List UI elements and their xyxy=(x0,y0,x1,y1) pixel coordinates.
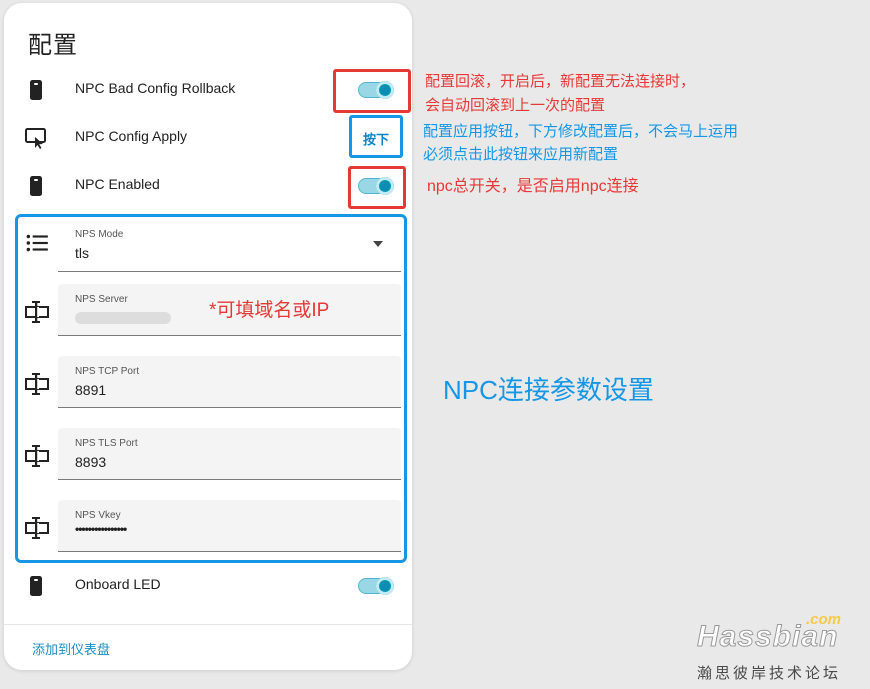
params-highlight-box xyxy=(15,214,407,563)
watermark-brand: Hassbian xyxy=(696,620,839,654)
enabled-note: npc总开关，是否启用npc连接 xyxy=(427,178,639,195)
card-divider xyxy=(4,624,412,625)
device-icon xyxy=(30,80,42,100)
touch-apply-icon xyxy=(25,128,46,149)
device-icon xyxy=(30,576,42,596)
onboard-led-toggle[interactable] xyxy=(358,576,394,596)
row-label: NPC Enabled xyxy=(75,176,160,192)
enabled-highlight-box xyxy=(348,166,406,209)
note-line: 必须点击此按钮来应用新配置 xyxy=(423,146,619,163)
apply-note: 配置应用按钮，下方修改配置后，不会马上运用 必须点击此按钮来应用新配置 xyxy=(423,120,738,166)
note-line: 配置回滚，开启后，新配置无法连接时， xyxy=(425,73,696,90)
note-line: 会自动回滚到上一次的配置 xyxy=(425,97,606,114)
watermark-tagline: 瀚思彼岸技术论坛 xyxy=(697,665,842,682)
row-onboard-led: Onboard LED xyxy=(4,562,412,610)
device-icon xyxy=(30,176,42,196)
server-hint-note: *可填域名或IP xyxy=(209,300,330,321)
apply-highlight-box xyxy=(349,115,403,158)
rollback-highlight-box xyxy=(333,69,411,113)
add-to-dashboard-link[interactable]: 添加到仪表盘 xyxy=(32,639,110,658)
note-line: 配置应用按钮，下方修改配置后，不会马上运用 xyxy=(423,123,739,140)
row-label: NPC Config Apply xyxy=(75,128,188,144)
row-label: NPC Bad Config Rollback xyxy=(75,80,236,96)
row-label: Onboard LED xyxy=(75,576,161,592)
params-note: NPC连接参数设置 xyxy=(443,375,654,405)
rollback-note: 配置回滚，开启后，新配置无法连接时， 会自动回滚到上一次的配置 xyxy=(425,70,695,118)
card-title: 配置 xyxy=(28,32,78,59)
